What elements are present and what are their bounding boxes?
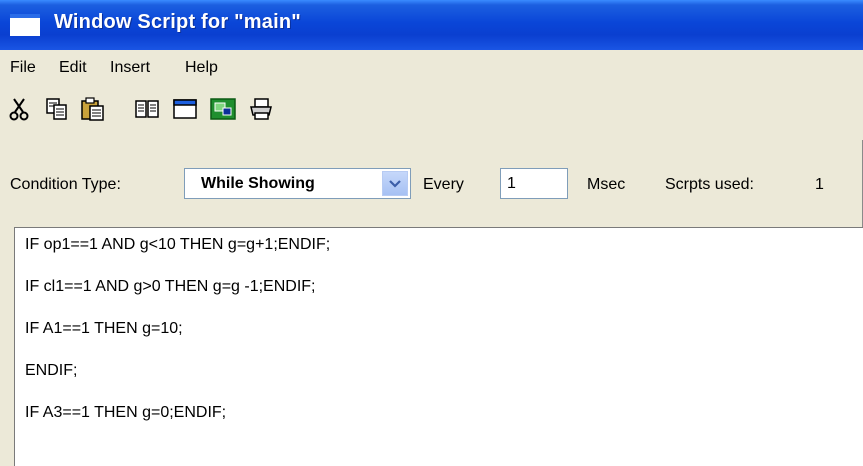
window-frame-icon[interactable] <box>170 96 200 122</box>
window-icon <box>10 14 40 36</box>
condition-type-select[interactable]: While Showing <box>184 168 411 199</box>
msec-label: Msec <box>587 176 626 193</box>
book-icon[interactable] <box>132 96 162 122</box>
condition-type-value: While Showing <box>201 175 315 192</box>
scripts-used-label: Scrpts used: <box>665 176 754 193</box>
paste-icon[interactable] <box>78 96 108 122</box>
code-line[interactable]: IF op1==1 AND g<10 THEN g=g+1;ENDIF; <box>25 236 330 254</box>
every-label: Every <box>423 176 464 193</box>
print-icon[interactable] <box>246 96 276 122</box>
menu-edit[interactable]: Edit <box>59 59 87 77</box>
toolbar <box>0 90 863 140</box>
chevron-down-icon[interactable] <box>382 171 408 196</box>
scripts-used-value: 1 <box>815 176 824 193</box>
menu-file[interactable]: File <box>10 59 36 77</box>
window-title: Window Script for "main" <box>54 11 301 33</box>
copy-icon[interactable] <box>42 96 72 122</box>
image-icon[interactable] <box>208 96 238 122</box>
code-line[interactable]: IF A1==1 THEN g=10; <box>25 320 183 338</box>
code-line[interactable]: ENDIF; <box>25 362 77 380</box>
code-line[interactable]: IF A3==1 THEN g=0;ENDIF; <box>25 404 226 422</box>
script-editor[interactable]: IF op1==1 AND g<10 THEN g=g+1;ENDIF; IF … <box>14 227 863 466</box>
cut-icon[interactable] <box>4 96 34 122</box>
title-bar[interactable]: Window Script for "main" <box>0 0 863 50</box>
menu-help[interactable]: Help <box>185 59 218 77</box>
condition-type-label: Condition Type: <box>10 176 121 193</box>
menu-insert[interactable]: Insert <box>110 59 150 77</box>
menu-bar: File Edit Insert Help <box>0 50 863 90</box>
every-input[interactable]: 1 <box>500 168 568 199</box>
condition-row: Condition Type: While Showing Every 1 Ms… <box>0 160 863 210</box>
code-line[interactable]: IF cl1==1 AND g>0 THEN g=g -1;ENDIF; <box>25 278 316 296</box>
script-window: Window Script for "main" File Edit Inser… <box>0 0 863 466</box>
